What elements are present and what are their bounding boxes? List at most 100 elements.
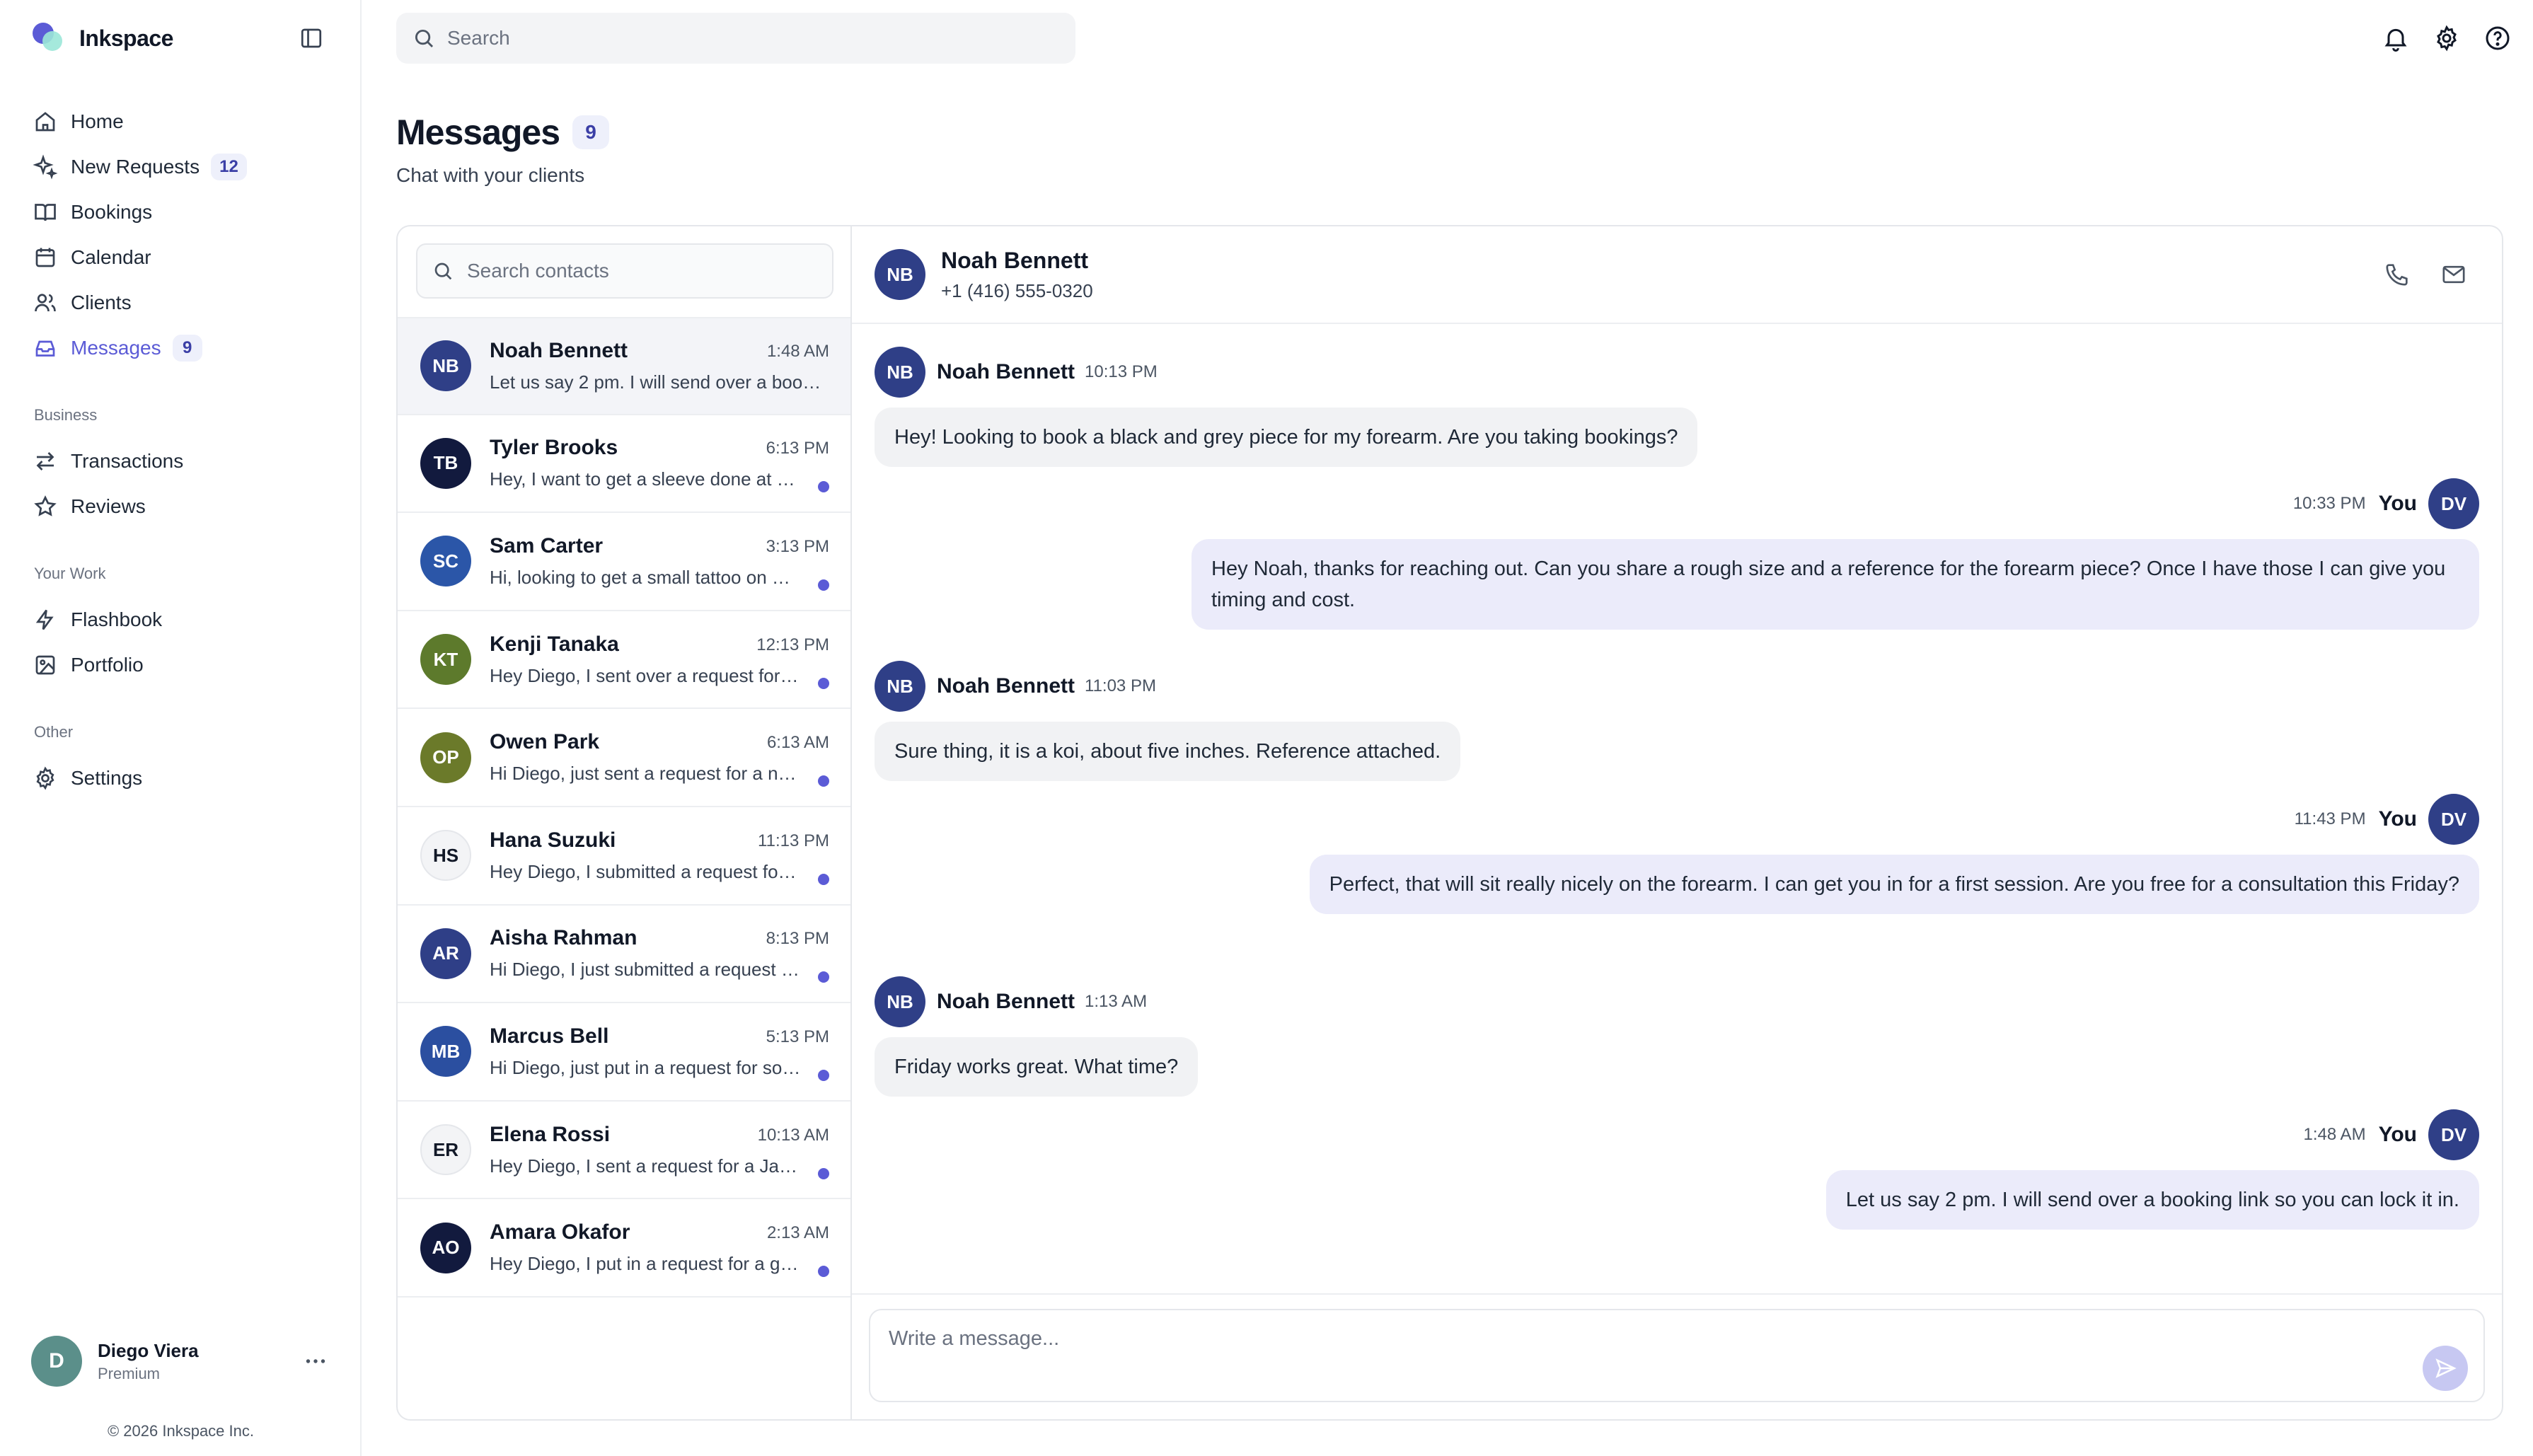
message-thread: NB Noah Bennett 10:13 PM Hey! Looking to bo… (852, 325, 2502, 1302)
avatar: DV (2428, 1109, 2479, 1160)
message-time: 11:43 PM (2294, 809, 2366, 828)
user-name: Diego Viera (98, 1339, 199, 1361)
contact-row[interactable]: OP Owen Park 6:13 AM Hi Diego, just sent a … (398, 709, 850, 807)
unread-dot (818, 579, 829, 591)
chat-contact-phone: +1 (416) 555-0320 (941, 280, 1093, 301)
settings-gear-icon[interactable] (2433, 24, 2461, 52)
contact-time: 10:13 AM (757, 1125, 829, 1145)
sidebar-item-portfolio[interactable]: Portfolio (33, 642, 337, 688)
message-time: 1:13 AM (1085, 992, 1148, 1011)
page-subtitle: Chat with your clients (396, 164, 585, 186)
unread-dot (818, 775, 829, 787)
unread-dot (818, 481, 829, 493)
sidebar-item-label: Transactions (71, 450, 184, 472)
sidebar-item-label: Messages (71, 337, 161, 359)
image-icon (35, 655, 55, 675)
contact-row[interactable]: AO Amara Okafor 2:13 AM Hey Diego, I put in… (398, 1199, 850, 1298)
contact-preview: Hi Diego, just put in a request for some… (490, 1056, 801, 1078)
sidebar-item-home[interactable]: Home (33, 99, 337, 144)
contacts-column: NBNoah Bennett1:48 AMLet us say 2 pm. I … (398, 226, 852, 1419)
message-bubble: Perfect, that will sit really nicely on … (1309, 855, 2479, 914)
chat-header: NB Noah Bennett +1 (416) 555-0320 (852, 226, 2502, 324)
sidebar-item-clients[interactable]: Clients (33, 280, 337, 325)
sidebar-item-transactions[interactable]: Transactions (33, 439, 337, 484)
avatar: NB (875, 249, 925, 300)
nav-other: Settings (33, 756, 337, 801)
contact-search[interactable] (416, 243, 833, 299)
brand-name: Inkspace (79, 25, 173, 51)
contact-row[interactable]: SC Sam Carter 3:13 PM Hi, looking to get a … (398, 513, 850, 611)
chat-contact-name: Noah Bennett (941, 248, 1088, 273)
avatar: NB (875, 976, 925, 1027)
user-plan: Premium (98, 1364, 161, 1382)
avatar: DV (2428, 794, 2479, 845)
sidebar-item-messages[interactable]: Messages 9 (33, 325, 337, 371)
contact-search-input[interactable] (467, 260, 821, 282)
phone-icon[interactable] (2383, 260, 2411, 289)
message-sender: Noah Bennett (937, 360, 1075, 383)
contact-time: 6:13 AM (766, 733, 829, 753)
unread-dot (818, 677, 829, 689)
contact-row[interactable]: HS Hana Suzuki 11:13 PM Hey Diego, I submit… (398, 807, 850, 906)
count-badge: 9 (172, 335, 202, 362)
unread-dot (818, 1266, 829, 1278)
sparkle-icon (33, 154, 58, 180)
avatar: AO (420, 1222, 471, 1273)
message-bubble: Hey Noah, thanks for reaching out. Can y… (1192, 539, 2479, 630)
message-incoming: NB Noah Bennett 1:13 AM Friday works great.… (875, 976, 1199, 1097)
sidebar-item-label: Flashbook (71, 608, 163, 630)
sidebar-item-flashbook[interactable]: Flashbook (33, 597, 337, 642)
contact-time: 3:13 PM (766, 536, 829, 556)
unread-dot (818, 1069, 829, 1081)
brand[interactable]: Inkspace (33, 21, 173, 55)
global-search[interactable] (396, 13, 1075, 64)
contact-time: 1:48 AM (766, 341, 829, 361)
nav-section-business: Business (34, 406, 98, 424)
send-button[interactable] (2423, 1346, 2468, 1391)
user-card[interactable]: D Diego Viera Premium (31, 1334, 328, 1388)
sidebar-item-label: Reviews (71, 495, 146, 517)
avatar: NB (875, 661, 925, 712)
sidebar-item-bookings[interactable]: Bookings (33, 190, 337, 235)
inbox-icon (35, 340, 55, 357)
message-incoming: NB Noah Bennett 10:13 PM Hey! Looking to bo… (875, 347, 1698, 467)
nav-work: Flashbook Portfolio (33, 597, 337, 688)
avatar: TB (420, 437, 471, 489)
avatar: KT (420, 634, 471, 686)
search-input[interactable] (447, 27, 1027, 50)
contact-list: NB Noah Bennett 1:48 AM Let us say 2 pm. I … (398, 317, 850, 1298)
contact-preview: Hey Diego, I sent a request for a Japane… (490, 1155, 801, 1177)
bell-icon[interactable] (2382, 24, 2410, 52)
message-input[interactable] (889, 1327, 2375, 1370)
chat-column: NB Noah Bennett +1 (416) 555-0320 NB Noah… (852, 226, 2502, 1419)
mail-icon[interactable] (2440, 260, 2468, 289)
search-icon (434, 262, 452, 280)
contact-preview: Hey, I want to get a sleeve done at some… (490, 468, 801, 490)
contact-row[interactable]: ER Elena Rossi 10:13 AM Hey Diego, I sent a… (398, 1102, 850, 1200)
sidebar-item-new-requests[interactable]: New Requests 12 (33, 144, 337, 190)
sidebar-item-settings[interactable]: Settings (33, 756, 337, 801)
help-icon[interactable] (2483, 24, 2512, 52)
sidebar-toggle-icon[interactable] (299, 25, 324, 51)
sidebar-item-label: Home (71, 110, 124, 132)
chat-actions (2383, 260, 2468, 289)
sidebar-item-reviews[interactable]: Reviews (33, 484, 337, 529)
sidebar-item-calendar[interactable]: Calendar (33, 235, 337, 280)
contact-row[interactable]: MB Marcus Bell 5:13 PM Hi Diego, just put i… (398, 1003, 850, 1102)
contact-row[interactable]: AR Aisha Rahman 8:13 PM Hi Diego, I just su… (398, 906, 850, 1004)
contact-preview: Hi Diego, just sent a request for a new … (490, 763, 801, 785)
contact-time: 2:13 AM (766, 1223, 829, 1243)
contact-row[interactable]: KT Kenji Tanaka 12:13 PM Hey Diego, I sent … (398, 611, 850, 710)
count-badge: 9 (572, 115, 610, 149)
message-sender: Noah Bennett (937, 990, 1075, 1013)
message-composer[interactable] (869, 1309, 2485, 1402)
sidebar: Inkspace Home New Requests 12 Bookings C… (0, 0, 362, 1456)
contact-row[interactable]: NB Noah Bennett 1:48 AM Let us say 2 pm. I … (398, 317, 850, 415)
avatar: OP (420, 732, 471, 783)
avatar: NB (875, 347, 925, 398)
more-horizontal-icon[interactable] (303, 1348, 328, 1374)
message-bubble: Let us say 2 pm. I will send over a book… (1825, 1170, 2479, 1230)
contact-preview: Hi Diego, I just submitted a request for… (490, 959, 801, 981)
sidebar-item-label: Settings (71, 767, 143, 789)
contact-row[interactable]: TB Tyler Brooks 6:13 PM Hey, I want to get … (398, 415, 850, 514)
